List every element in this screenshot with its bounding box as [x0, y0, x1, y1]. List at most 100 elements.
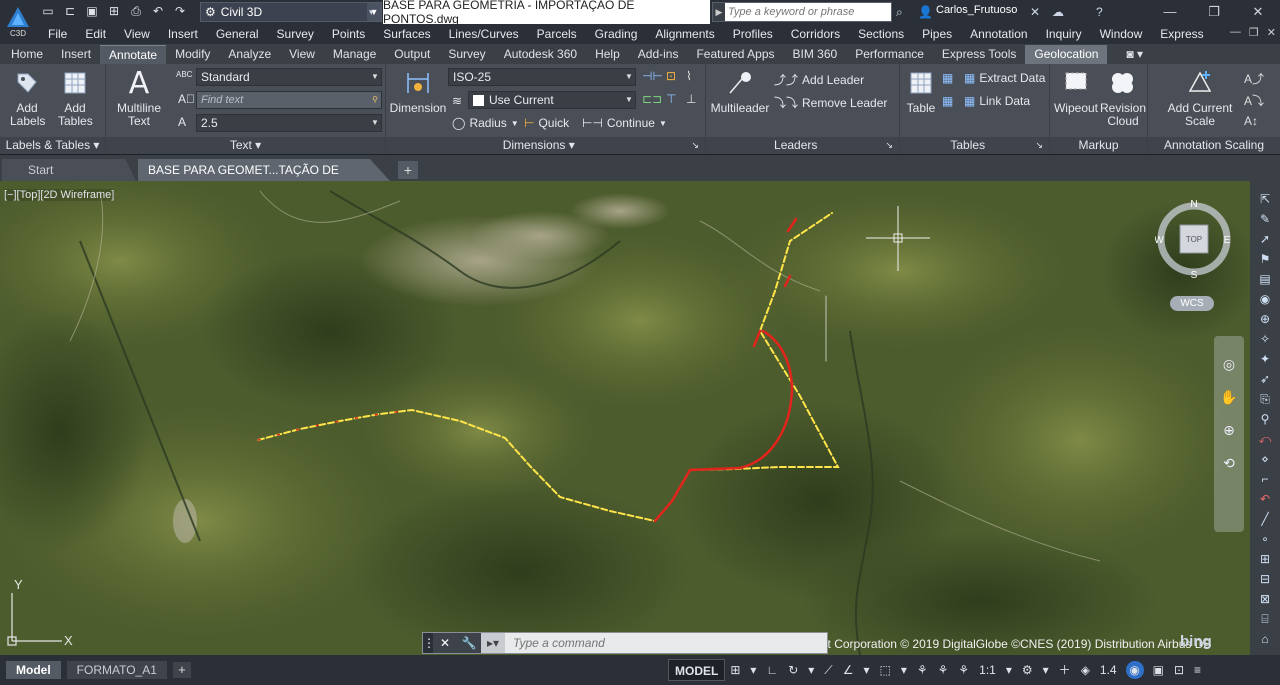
compass-east[interactable]: E: [1224, 235, 1231, 246]
minimize-button[interactable]: —: [1148, 0, 1192, 24]
model-space-button[interactable]: MODEL: [668, 659, 726, 681]
find-replace-icon[interactable]: ⚲: [369, 92, 381, 108]
tool-grid-icon[interactable]: ⊞: [1250, 549, 1280, 569]
dim-tool-6-icon[interactable]: ⊥: [686, 92, 696, 106]
add-current-scale-button[interactable]: Add Current Scale: [1158, 68, 1242, 128]
annotation-scale-value[interactable]: 1:1: [974, 659, 1001, 681]
menu-insert[interactable]: Insert: [159, 27, 207, 41]
multileader-button[interactable]: Multileader: [710, 68, 770, 115]
tab-modify[interactable]: Modify: [166, 45, 219, 64]
tool-node-icon[interactable]: ⋄: [1250, 449, 1280, 469]
tab-output[interactable]: Output: [385, 45, 439, 64]
scale-dropdown-icon[interactable]: ▾: [1001, 659, 1017, 681]
close-button[interactable]: ✕: [1236, 0, 1280, 24]
file-tab-start[interactable]: Start: [2, 159, 136, 181]
wcs-menu[interactable]: WCS: [1170, 296, 1214, 311]
tool-globe-icon[interactable]: ◉: [1250, 289, 1280, 309]
print-icon[interactable]: ⎙: [128, 3, 144, 19]
wipeout-button[interactable]: Wipeout: [1052, 68, 1100, 115]
tool-mesh-icon[interactable]: ⊠: [1250, 589, 1280, 609]
tool-move-icon[interactable]: ➶: [1250, 369, 1280, 389]
save-icon[interactable]: ▣: [84, 3, 100, 19]
dim-tool-1-icon[interactable]: ⊣⊢: [642, 69, 663, 83]
command-grip[interactable]: ⋮: [423, 633, 435, 653]
object-snap-icon[interactable]: ⬚: [874, 659, 895, 681]
tool-snap2-icon[interactable]: ✦: [1250, 349, 1280, 369]
pan-icon[interactable]: ✋: [1214, 389, 1244, 406]
drawing-viewport[interactable]: Y X [−][Top][2D Wireframe]: [0, 181, 1250, 655]
viewport-controls[interactable]: [−][Top][2D Wireframe]: [4, 189, 115, 201]
revision-cloud-button[interactable]: Revision Cloud: [1100, 68, 1146, 128]
undo-icon[interactable]: ↶: [150, 3, 166, 19]
panel-title-dimensions[interactable]: Dimensions ▾ ↘: [386, 137, 705, 154]
ribbon-options-icon[interactable]: ◙ ▾: [1117, 45, 1152, 64]
dim-tool-4-icon[interactable]: ⊏⊐: [642, 92, 662, 106]
user-name[interactable]: Carlos_Frutuoso: [936, 4, 1017, 16]
ortho-icon[interactable]: ∟: [761, 659, 783, 681]
panel-title-markup[interactable]: Markup: [1050, 137, 1147, 154]
search-input[interactable]: [725, 3, 891, 21]
new-file-icon[interactable]: ▭: [40, 3, 56, 19]
grid-dropdown-icon[interactable]: ▾: [745, 659, 761, 681]
tab-performance[interactable]: Performance: [846, 45, 933, 64]
new-layout-button[interactable]: +: [172, 662, 191, 678]
doc-close-icon[interactable]: ✕: [1267, 26, 1276, 39]
save-as-icon[interactable]: ⊞: [106, 3, 122, 19]
scale-tool-2-icon[interactable]: A⤵: [1244, 92, 1264, 109]
tool-edit-icon[interactable]: ⌸: [1250, 609, 1280, 629]
viewcube[interactable]: TOP N S E W: [1154, 199, 1233, 281]
tab-survey[interactable]: Survey: [439, 45, 494, 64]
user-icon[interactable]: 👤: [918, 3, 933, 21]
scale-tool-1-icon[interactable]: A⤴: [1244, 70, 1264, 87]
tab-express-tools[interactable]: Express Tools: [933, 45, 1025, 64]
panel-title-labels-tables[interactable]: Labels & Tables ▾: [0, 137, 105, 154]
annotation-monitor-icon[interactable]: ＋: [1054, 659, 1076, 681]
osnap-icon[interactable]: ∠: [838, 659, 859, 681]
doc-restore-icon[interactable]: ❐: [1249, 26, 1259, 39]
tab-add-ins[interactable]: Add-ins: [629, 45, 688, 64]
qat-dropdown-icon[interactable]: ▾: [369, 3, 374, 21]
tab-view[interactable]: View: [280, 45, 324, 64]
binoculars-icon[interactable]: ⌕: [896, 3, 903, 21]
tool-pin-icon[interactable]: ⚲: [1250, 409, 1280, 429]
scale-tool-3-icon[interactable]: A↕: [1244, 114, 1258, 128]
tab-insert[interactable]: Insert: [52, 45, 100, 64]
chevron-right-icon[interactable]: ▶: [713, 7, 725, 18]
table-button[interactable]: Table: [904, 68, 938, 115]
menu-points[interactable]: Points: [323, 27, 374, 41]
tool-point-icon[interactable]: ∘: [1250, 529, 1280, 549]
zoom-icon[interactable]: ⊕: [1214, 422, 1244, 439]
add-tables-button[interactable]: Add Tables: [58, 68, 93, 128]
extract-data-button[interactable]: ▦ Extract Data: [964, 71, 1045, 85]
tool-line-icon[interactable]: ╱: [1250, 509, 1280, 529]
menu-corridors[interactable]: Corridors: [782, 27, 849, 41]
panel-title-leaders[interactable]: Leaders ↘: [706, 137, 899, 154]
grid-icon[interactable]: ⊞: [725, 659, 745, 681]
doc-minimize-icon[interactable]: —: [1230, 26, 1241, 39]
tool-end-icon[interactable]: ⌂: [1250, 629, 1280, 649]
layer-icon[interactable]: ◈: [1076, 659, 1095, 681]
menu-grading[interactable]: Grading: [586, 27, 647, 41]
tool-flag-icon[interactable]: ⚑: [1250, 249, 1280, 269]
tool-globe2-icon[interactable]: ⊕: [1250, 309, 1280, 329]
tool-red-icon[interactable]: ⤺: [1250, 429, 1280, 449]
snap-dropdown-icon[interactable]: ▾: [896, 659, 912, 681]
new-tab-button[interactable]: +: [398, 161, 418, 179]
command-input[interactable]: [505, 633, 827, 653]
link-data-button[interactable]: ▦ Link Data: [964, 94, 1030, 108]
quick-dimension-button[interactable]: ⊢ Quick: [524, 116, 569, 130]
dimension-button[interactable]: Dimension: [390, 68, 446, 115]
tab-featured-apps[interactable]: Featured Apps: [687, 45, 783, 64]
menu-edit[interactable]: Edit: [76, 27, 115, 41]
close-command-icon[interactable]: ✕: [433, 633, 457, 653]
menu-annotation[interactable]: Annotation: [961, 27, 1036, 41]
menu-survey[interactable]: Survey: [268, 27, 323, 41]
tab-geolocation[interactable]: Geolocation: [1025, 45, 1108, 64]
panel-title-annotation-scaling[interactable]: Annotation Scaling: [1148, 137, 1280, 154]
tab-annotate[interactable]: Annotate: [100, 45, 167, 64]
dim-tool-2-icon[interactable]: ⊡: [666, 69, 676, 83]
isodraft-icon[interactable]: ⟋: [819, 659, 837, 681]
redo-icon[interactable]: ↷: [172, 3, 188, 19]
open-file-icon[interactable]: ⊏: [62, 3, 78, 19]
menu-alignments[interactable]: Alignments: [646, 27, 723, 41]
